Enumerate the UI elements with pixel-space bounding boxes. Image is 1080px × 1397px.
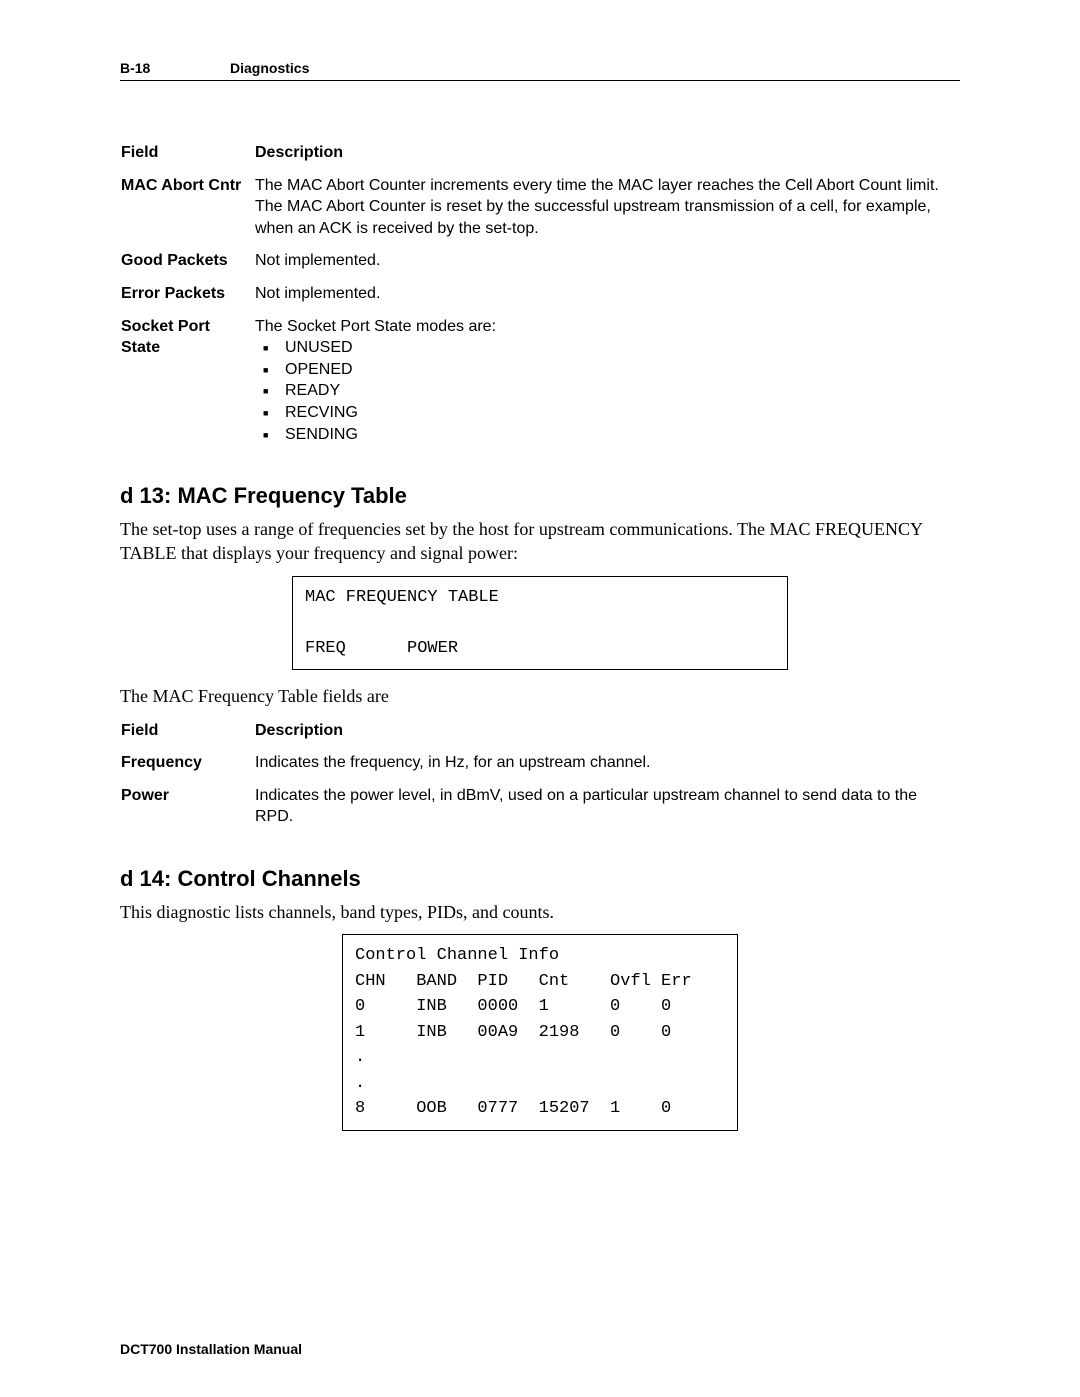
col-header-description: Description xyxy=(254,141,960,174)
table-row: Socket Port State The Socket Port State … xyxy=(120,315,960,456)
table-row: Power Indicates the power level, in dBmV… xyxy=(120,784,960,838)
socket-intro: The Socket Port State modes are: xyxy=(255,318,496,335)
section-paragraph: The set-top uses a range of frequencies … xyxy=(120,517,960,566)
list-item: SENDING xyxy=(263,424,959,446)
col-header-description: Description xyxy=(254,719,960,752)
field-name: Socket Port State xyxy=(120,315,254,456)
section-paragraph: This diagnostic lists channels, band typ… xyxy=(120,900,960,924)
page-header: B-18 Diagnostics xyxy=(120,60,960,81)
field-name: Frequency xyxy=(120,751,254,784)
page-footer: DCT700 Installation Manual xyxy=(120,1341,302,1357)
field-desc: Indicates the power level, in dBmV, used… xyxy=(254,784,960,838)
field-name: Power xyxy=(120,784,254,838)
table-row: Frequency Indicates the frequency, in Hz… xyxy=(120,751,960,784)
field-desc: The MAC Abort Counter increments every t… xyxy=(254,174,960,250)
table-row: Good Packets Not implemented. xyxy=(120,249,960,282)
field-desc: Not implemented. xyxy=(254,282,960,315)
page: B-18 Diagnostics Field Description MAC A… xyxy=(0,0,1080,1397)
section-paragraph: The MAC Frequency Table fields are xyxy=(120,684,960,708)
list-item: OPENED xyxy=(263,359,959,381)
field-desc: Not implemented. xyxy=(254,249,960,282)
socket-state-list: UNUSED OPENED READY RECVING SENDING xyxy=(255,337,959,445)
list-item: RECVING xyxy=(263,402,959,424)
section-heading-d14: d 14: Control Channels xyxy=(120,866,960,892)
col-header-field: Field xyxy=(120,719,254,752)
field-desc: The Socket Port State modes are: UNUSED … xyxy=(254,315,960,456)
mono-box-freq-table: MAC FREQUENCY TABLE FREQ POWER xyxy=(292,576,788,671)
field-table-2: Field Description Frequency Indicates th… xyxy=(120,719,960,838)
field-table-1: Field Description MAC Abort Cntr The MAC… xyxy=(120,141,960,455)
list-item: UNUSED xyxy=(263,337,959,359)
mono-box-control-channels: Control Channel Info CHN BAND PID Cnt Ov… xyxy=(342,934,738,1131)
page-number: B-18 xyxy=(120,60,230,76)
page-section: Diagnostics xyxy=(230,60,309,76)
list-item: READY xyxy=(263,380,959,402)
field-name: MAC Abort Cntr xyxy=(120,174,254,250)
section-heading-d13: d 13: MAC Frequency Table xyxy=(120,483,960,509)
table-row: MAC Abort Cntr The MAC Abort Counter inc… xyxy=(120,174,960,250)
field-desc: Indicates the frequency, in Hz, for an u… xyxy=(254,751,960,784)
col-header-field: Field xyxy=(120,141,254,174)
field-name: Good Packets xyxy=(120,249,254,282)
table-row: Error Packets Not implemented. xyxy=(120,282,960,315)
field-name: Error Packets xyxy=(120,282,254,315)
